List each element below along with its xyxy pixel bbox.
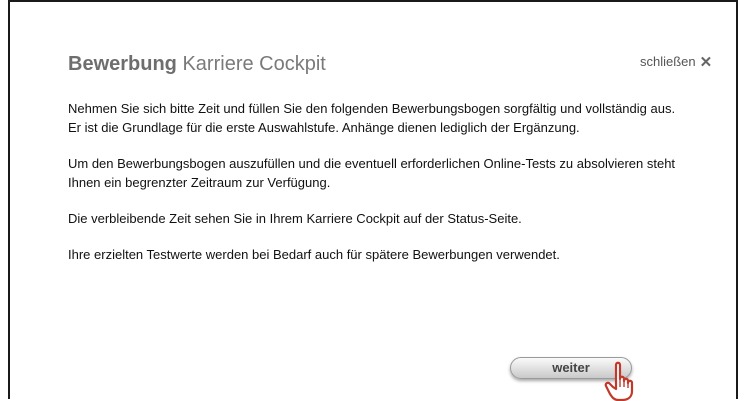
paragraph-time-limit: Um den Bewerbungsbogen auszufüllen und d… [68, 156, 676, 190]
application-dialog: Bewerbung Karriere Cockpit schließen ✕ Ne… [8, 0, 738, 401]
close-x-icon: ✕ [699, 54, 713, 71]
close-label: schließen [640, 54, 696, 69]
paragraph-intro: Nehmen Sie sich bitte Zeit und füllen Si… [68, 101, 676, 135]
dialog-title-bold: Bewerbung [68, 53, 177, 75]
paragraph-remaining-time: Die verbleibende Zeit sehen Sie in Ihrem… [68, 211, 522, 226]
close-button[interactable]: schließen ✕ [640, 53, 712, 71]
next-button[interactable]: weiter [510, 357, 632, 379]
dialog-content: Nehmen Sie sich bitte Zeit und füllen Si… [68, 99, 688, 281]
dialog-title: Bewerbung Karriere Cockpit [68, 52, 326, 76]
next-button-wrapper: weiter [510, 357, 640, 401]
dialog-title-rest: Karriere Cockpit [176, 53, 326, 75]
paragraph-test-scores: Ihre erzielten Testwerte werden bei Beda… [68, 247, 560, 262]
